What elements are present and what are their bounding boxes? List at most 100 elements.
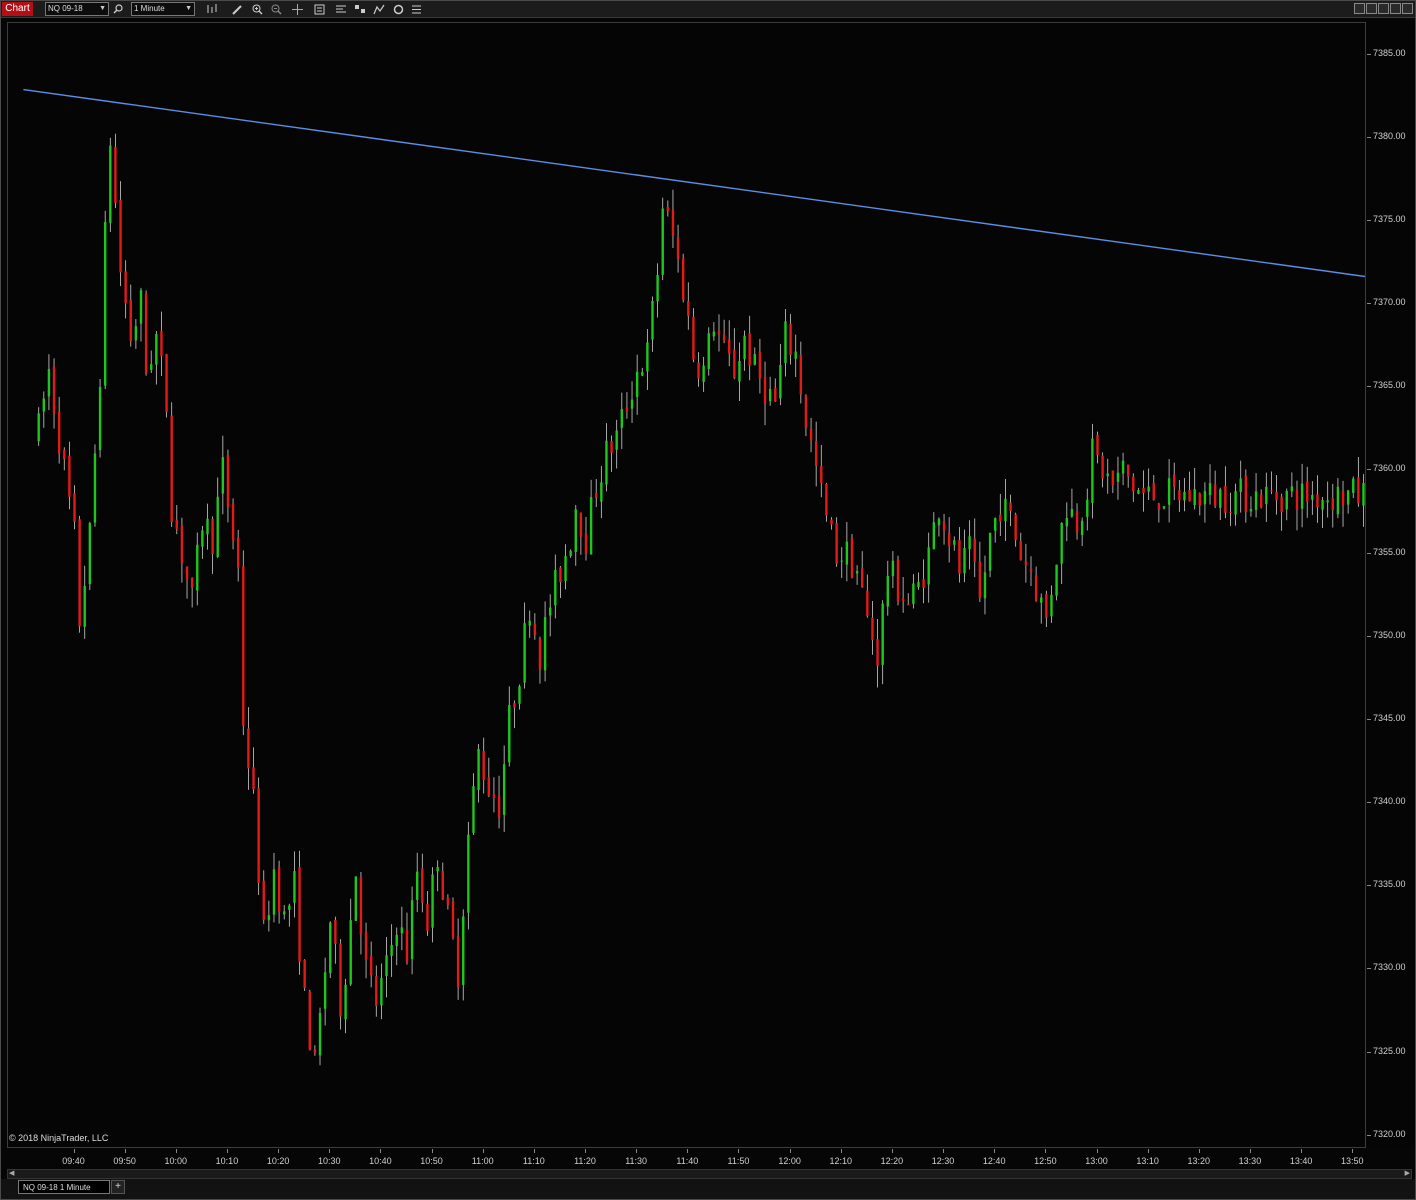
candle-body: [569, 550, 572, 557]
candle: [881, 600, 884, 685]
candle: [809, 417, 813, 453]
candle: [1167, 459, 1171, 523]
candle: [1106, 458, 1109, 494]
x-tick-label: 10:30: [317, 1156, 341, 1166]
candle: [1280, 493, 1283, 531]
y-tick-label: 7330.00: [1373, 962, 1406, 973]
minimize-small-icon[interactable]: [1354, 3, 1365, 14]
candle: [758, 338, 762, 394]
pencil-icon[interactable]: [230, 2, 244, 16]
price-panel[interactable]: [7, 22, 1366, 1148]
candle: [1162, 506, 1166, 510]
candle: [1173, 462, 1176, 501]
candle: [1091, 423, 1094, 519]
search-icon[interactable]: [111, 2, 125, 16]
restore-icon[interactable]: [1366, 3, 1377, 14]
candle: [1198, 492, 1201, 516]
candle: [646, 329, 649, 390]
x-axis-tick: [1096, 1149, 1098, 1153]
candle: [93, 444, 97, 527]
candle: [1101, 452, 1104, 488]
chart-trader-icon[interactable]: [334, 2, 348, 16]
scroll-right-icon[interactable]: ▶: [1405, 1170, 1410, 1178]
drawing-tools-icon[interactable]: [391, 2, 405, 16]
candle-body: [1259, 494, 1263, 508]
interval-selector[interactable]: 1 Minute ▼: [131, 2, 195, 16]
candle-body: [1300, 483, 1304, 509]
candle: [1183, 478, 1186, 512]
candle-body: [861, 568, 864, 588]
candle: [318, 1007, 322, 1066]
candle: [988, 532, 992, 578]
candle: [1203, 482, 1207, 523]
candle: [298, 850, 301, 975]
candle: [533, 613, 537, 640]
scroll-left-icon[interactable]: ◀: [9, 1170, 14, 1178]
candle: [262, 870, 265, 924]
candle: [907, 593, 910, 606]
candle: [855, 565, 859, 585]
candle: [354, 876, 358, 922]
y-axis-tick: [1367, 635, 1371, 637]
candle-body: [692, 316, 695, 360]
candle-body: [559, 567, 562, 583]
candle: [661, 197, 664, 281]
strategies-icon[interactable]: [372, 2, 386, 16]
time-axis[interactable]: 09:40 09:50 10:00 10:10 10:20 10:30 10:40 10:50…: [7, 1149, 1366, 1169]
candle: [1331, 483, 1334, 528]
candle: [160, 311, 163, 376]
close-icon[interactable]: [1402, 3, 1413, 14]
tab-chart[interactable]: NQ 09-18 1 Minute: [18, 1180, 110, 1194]
candle: [978, 541, 982, 602]
candle-body: [196, 544, 199, 591]
crosshair-icon[interactable]: [290, 2, 304, 16]
candle-body: [1188, 490, 1191, 502]
price-axis[interactable]: 7385.00 7380.00 7375.00 7370.00 7365.00 7360.…: [1367, 22, 1415, 1148]
candle-body: [1219, 489, 1222, 508]
candle-body: [891, 560, 895, 577]
bar-type-icon[interactable]: [205, 2, 219, 16]
horizontal-scrollbar[interactable]: ◀ ▶: [7, 1169, 1412, 1179]
candle-body: [73, 493, 76, 522]
candle-body: [349, 920, 352, 985]
candle-body: [1270, 490, 1273, 492]
candle: [886, 560, 889, 616]
candle: [508, 686, 511, 767]
y-axis-tick: [1367, 802, 1371, 804]
candle: [206, 503, 209, 550]
candle: [405, 912, 409, 965]
x-tick-label: 13:50: [1340, 1156, 1364, 1166]
add-tab-button[interactable]: +: [111, 1180, 125, 1194]
candle-body: [1055, 564, 1058, 596]
candle-body: [231, 503, 235, 541]
candle-body: [380, 977, 383, 1006]
x-tick-label: 11:20: [574, 1156, 596, 1166]
candle: [1346, 489, 1350, 514]
minimize-icon[interactable]: [1378, 3, 1389, 14]
properties-icon[interactable]: [409, 2, 423, 16]
zoom-in-icon[interactable]: [250, 2, 264, 16]
instrument-selector[interactable]: NQ 09-18 ▼: [45, 2, 109, 16]
indicators-icon[interactable]: [353, 2, 367, 16]
candle: [1111, 470, 1115, 494]
candle: [267, 900, 271, 932]
candle: [1055, 564, 1058, 601]
candle-body: [502, 764, 506, 815]
candle: [630, 381, 634, 423]
candle: [850, 533, 854, 579]
x-axis-tick: [329, 1149, 331, 1153]
candle-body: [497, 795, 501, 818]
candle: [763, 361, 767, 426]
x-tick-label: 10:10: [215, 1156, 239, 1166]
zoom-out-icon[interactable]: [269, 2, 283, 16]
trendline[interactable]: [23, 88, 1366, 280]
candle: [615, 419, 618, 469]
maximize-icon[interactable]: [1390, 3, 1401, 14]
candle-body: [1326, 500, 1329, 503]
candle-body: [850, 537, 854, 578]
y-axis-tick: [1367, 1134, 1371, 1136]
data-box-icon[interactable]: [312, 2, 326, 16]
candle-body: [1157, 503, 1161, 511]
candle-body: [748, 333, 751, 366]
y-axis-tick: [1367, 303, 1371, 305]
